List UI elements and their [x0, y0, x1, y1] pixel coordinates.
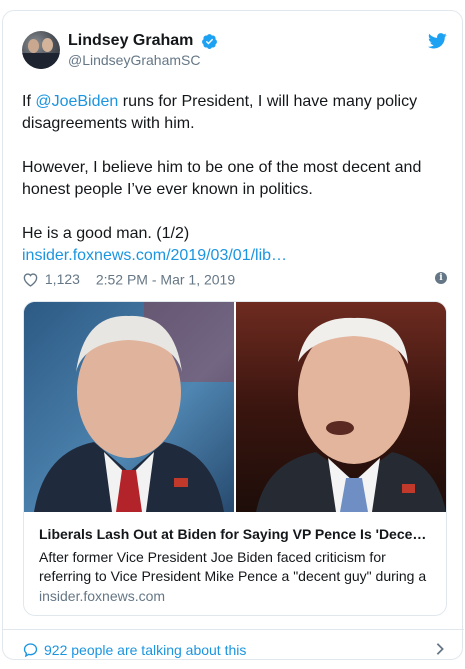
- display-name[interactable]: Lindsey Graham: [68, 32, 193, 50]
- heart-icon[interactable]: [22, 272, 39, 287]
- link-card[interactable]: Liberals Lash Out at Biden for Saying VP…: [23, 301, 447, 616]
- tweet-meta: 1,123 2:52 PM - Mar 1, 2019 i: [22, 270, 447, 290]
- card-description: After former Vice President Joe Biden fa…: [39, 549, 427, 584]
- text-fragment: If: [22, 93, 36, 110]
- tweet-embed: Lindsey Graham @LindseyGrahamSC If @JoeB…: [2, 10, 464, 660]
- card-title[interactable]: Liberals Lash Out at Biden for Saying VP…: [39, 526, 434, 542]
- tweet-paragraph-1: If @JoeBiden runs for President, I will …: [22, 91, 442, 135]
- handle[interactable]: @LindseyGrahamSC: [68, 52, 218, 68]
- timestamp[interactable]: 2:52 PM - Mar 1, 2019: [96, 271, 235, 287]
- card-image: [24, 302, 446, 512]
- like-count[interactable]: 1,123: [45, 271, 80, 287]
- card-photo-left: [24, 302, 234, 512]
- card-domain: insider.foxnews.com: [39, 588, 166, 604]
- article-link[interactable]: insider.foxnews.com/2019/03/01/lib…: [22, 247, 287, 264]
- tweet-paragraph-3: He is a good man. (1/2) insider.foxnews.c…: [22, 223, 442, 267]
- footer-divider: [3, 629, 464, 630]
- tweet-footer[interactable]: 922 people are talking about this: [22, 631, 447, 667]
- tweet-paragraph-2: However, I believe him to be one of the …: [22, 159, 422, 198]
- author-names: Lindsey Graham @LindseyGrahamSC: [68, 32, 218, 68]
- card-photo-right: [236, 302, 446, 512]
- twitter-bird-icon[interactable]: [428, 33, 447, 49]
- avatar[interactable]: [22, 31, 60, 69]
- tweet-header: Lindsey Graham @LindseyGrahamSC: [22, 31, 447, 71]
- comment-bubble-icon: [23, 643, 38, 658]
- talking-count-link[interactable]: 922 people are talking about this: [44, 642, 246, 658]
- chevron-right-icon[interactable]: [435, 642, 445, 656]
- info-icon[interactable]: i: [435, 272, 447, 284]
- tweet-text: If @JoeBiden runs for President, I will …: [22, 91, 442, 267]
- mention-link[interactable]: @JoeBiden: [35, 93, 118, 110]
- verified-icon: [201, 33, 217, 49]
- text-fragment: He is a good man. (1/2): [22, 225, 190, 242]
